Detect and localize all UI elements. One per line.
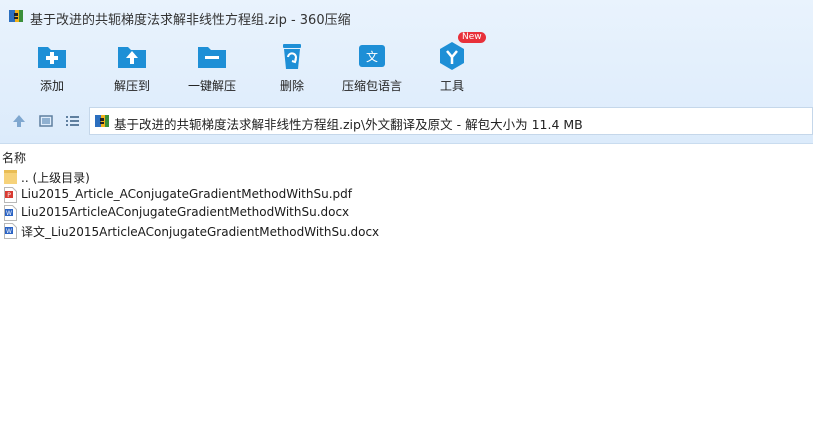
- archive-language-button[interactable]: 文 压缩包语言: [332, 38, 412, 98]
- add-button[interactable]: 添加: [12, 38, 92, 98]
- word-file-icon: W: [4, 205, 17, 221]
- extract-to-label: 解压到: [113, 79, 150, 93]
- zip-archive-icon: [94, 113, 110, 129]
- toolbar: 添加 解压到 一键解压 删除 文 压缩包语言 New 工具: [0, 32, 813, 98]
- extract-to-button[interactable]: 解压到: [92, 38, 172, 98]
- file-list: .. (上级目录) P Liu2015_Article_AConjugateGr…: [0, 168, 813, 240]
- add-icon: [36, 40, 68, 72]
- one-click-extract-label: 一键解压: [187, 79, 236, 93]
- file-name: .. (上级目录): [21, 171, 90, 185]
- svg-text:W: W: [6, 210, 12, 217]
- list-header: 名称: [0, 146, 813, 166]
- folder-icon: [4, 169, 17, 185]
- one-click-extract-button[interactable]: 一键解压: [172, 38, 252, 98]
- list-item[interactable]: P Liu2015_Article_AConjugateGradientMeth…: [0, 186, 813, 204]
- list-item[interactable]: .. (上级目录): [0, 168, 813, 186]
- title-bar: 基于改进的共轭梯度法求解非线性方程组.zip - 360压缩: [0, 0, 813, 32]
- delete-icon: [276, 40, 308, 72]
- svg-text:P: P: [7, 192, 11, 199]
- svg-text:W: W: [6, 228, 12, 235]
- up-arrow-icon[interactable]: [10, 112, 28, 130]
- path-text: 基于改进的共轭梯度法求解非线性方程组.zip\外文翻译及原文 - 解包大小为 1…: [114, 117, 583, 132]
- list-item[interactable]: W Liu2015ArticleAConjugateGradientMethod…: [0, 204, 813, 222]
- list-item[interactable]: W 译文_Liu2015ArticleAConjugateGradientMet…: [0, 222, 813, 240]
- delete-button[interactable]: 删除: [252, 38, 332, 98]
- tools-icon: [436, 40, 468, 72]
- add-label: 添加: [39, 79, 64, 93]
- window-title: 基于改进的共轭梯度法求解非线性方程组.zip - 360压缩: [30, 13, 351, 28]
- pdf-file-icon: P: [4, 187, 17, 203]
- archive-language-icon: 文: [356, 40, 388, 72]
- tools-label: 工具: [439, 79, 464, 93]
- column-header-name[interactable]: 名称: [2, 149, 26, 166]
- thumbnail-view-icon[interactable]: [37, 112, 55, 130]
- zip-archive-icon: [8, 8, 24, 24]
- file-name: Liu2015_Article_AConjugateGradientMethod…: [21, 187, 352, 201]
- delete-label: 删除: [279, 79, 304, 93]
- file-name: Liu2015ArticleAConjugateGradientMethodWi…: [21, 205, 350, 219]
- word-file-icon: W: [4, 223, 17, 239]
- one-click-extract-icon: [196, 40, 228, 72]
- address-bar: 基于改进的共轭梯度法求解非线性方程组.zip\外文翻译及原文 - 解包大小为 1…: [0, 104, 813, 138]
- file-name: 译文_Liu2015ArticleAConjugateGradientMetho…: [21, 225, 380, 239]
- new-badge: New: [458, 32, 486, 43]
- path-field[interactable]: 基于改进的共轭梯度法求解非线性方程组.zip\外文翻译及原文 - 解包大小为 1…: [89, 107, 813, 135]
- list-view-icon[interactable]: [63, 112, 81, 130]
- archive-language-label: 压缩包语言: [341, 79, 402, 93]
- svg-text:文: 文: [366, 49, 378, 64]
- tools-button[interactable]: New 工具: [412, 32, 492, 98]
- app-window: 基于改进的共轭梯度法求解非线性方程组.zip - 360压缩 添加 解压到 一键…: [0, 0, 813, 433]
- extract-to-icon: [116, 40, 148, 72]
- top-panel: 基于改进的共轭梯度法求解非线性方程组.zip - 360压缩 添加 解压到 一键…: [0, 0, 813, 144]
